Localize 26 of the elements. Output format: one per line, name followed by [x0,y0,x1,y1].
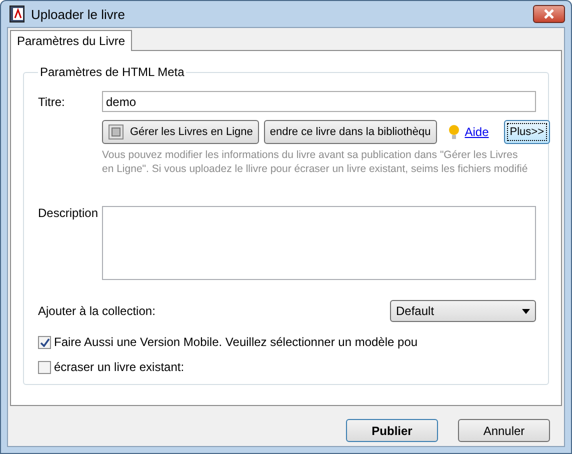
dialog-button[interactable]: Annuler [458,419,550,442]
collection-dropdown[interactable]: Default [390,300,536,322]
document-icon [9,5,25,23]
title-field[interactable]: demo [102,91,536,112]
more-button[interactable]: Plus>> [504,120,550,144]
checkbox-label: Faire Aussi une Version Mobile. Veuillez sélectionner un modèle pou [54,335,418,349]
group-title: Paramètres de HTML Meta [39,65,186,79]
close-button[interactable] [533,5,565,23]
action-button[interactable]: endre ce livre dans la bibliothèqu [264,120,437,144]
checkbox-label: écraser un livre existant: [54,360,184,374]
action-button[interactable]: Gérer les Livres en Ligne [102,120,259,144]
dropdown-arrow-icon [522,308,530,314]
dialog-button[interactable]: Publier [346,419,438,442]
description-field[interactable] [102,206,536,280]
info-text: Vous pouvez modifier les informations du livre avant sa publication dans "Gérer les Livres en Ligne". Si vous uploadez le llivre pour écraser un livre existant, seims les fichiers modifié [102,148,528,177]
close-icon [543,9,555,19]
field-label: Description [38,206,100,220]
lightbulb-icon [448,124,460,140]
help-link[interactable]: Aide [464,125,489,139]
field-label: Titre: [38,94,66,108]
window-title: Uploader le livre [31,6,126,22]
checkbox[interactable] [38,360,51,374]
book-icon [108,124,124,140]
checkbox[interactable] [38,336,51,348]
tab[interactable]: Paramètres du Livre [10,30,132,51]
field-label: Ajouter à la collection: [38,304,156,318]
